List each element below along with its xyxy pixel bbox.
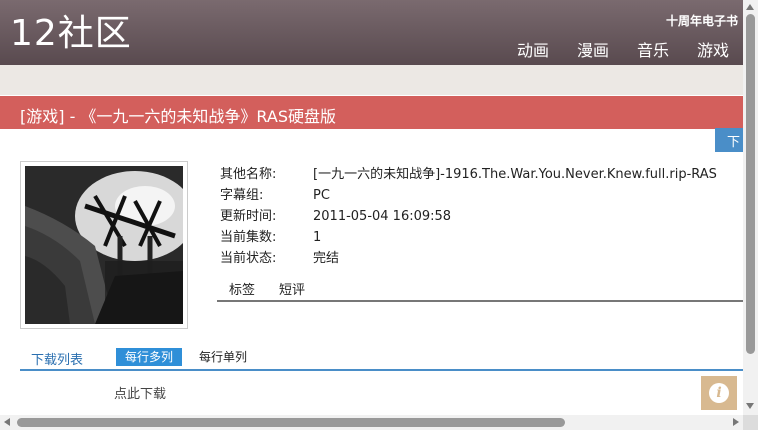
info-value: 1 [313, 230, 322, 245]
download-list-bar: 下载列表 每行多列 每行单列 [20, 347, 743, 371]
click-download-link[interactable]: 点此下载 [114, 383, 166, 402]
info-label: 更新时间: [220, 209, 277, 224]
site-header: 12社区 十周年电子书 动画 漫画 音乐 游戏 [0, 0, 743, 65]
scroll-down-icon[interactable] [746, 403, 754, 409]
vertical-scroll-thumb[interactable] [746, 14, 755, 354]
info-row: 字幕组: PC [220, 185, 717, 206]
multi-column-button[interactable]: 每行多列 [116, 348, 183, 366]
info-row: 当前状态: 完结 [220, 248, 717, 269]
info-label: 当前状态: [220, 251, 277, 266]
info-table: 其他名称: [一九一六的未知战争]-1916.The.War.You.Never… [220, 164, 717, 269]
nav-music[interactable]: 音乐 [637, 37, 669, 61]
info-icon: i [709, 383, 729, 403]
info-label: 当前集数: [220, 230, 277, 245]
horizontal-scrollbar[interactable] [0, 415, 743, 430]
site-logo[interactable]: 12社区 [10, 12, 132, 56]
nav-comic[interactable]: 漫画 [577, 37, 609, 61]
header-band [0, 65, 743, 95]
nav-game[interactable]: 游戏 [697, 37, 729, 61]
scroll-left-icon[interactable] [4, 418, 10, 426]
poster-frame [20, 161, 188, 329]
nav-anime[interactable]: 动画 [517, 37, 549, 61]
info-label: 其他名称: [220, 167, 277, 182]
poster-image [25, 166, 183, 324]
info-row: 当前集数: 1 [220, 227, 717, 248]
scroll-right-icon[interactable] [733, 418, 739, 426]
scrollbar-corner [743, 415, 758, 430]
info-value: PC [313, 188, 330, 203]
horizontal-scroll-thumb[interactable] [17, 418, 565, 427]
info-label: 字幕组: [220, 188, 264, 203]
page-title: [游戏] - 《一九一六的未知战争》RAS硬盘版 [20, 107, 337, 126]
info-value: 完结 [313, 251, 340, 266]
vertical-scrollbar[interactable] [743, 0, 758, 415]
tab-tags[interactable]: 标签 [217, 281, 267, 300]
ten-year-ebook-link[interactable]: 十周年电子书 [666, 12, 738, 29]
info-button[interactable]: i [701, 376, 737, 410]
info-value: 2011-05-04 16:09:58 [313, 209, 452, 224]
info-row: 其他名称: [一九一六的未知战争]-1916.The.War.You.Never… [220, 164, 717, 185]
title-bar: [游戏] - 《一九一六的未知战争》RAS硬盘版 [0, 96, 743, 129]
detail-tabs: 标签 短评 [217, 281, 743, 302]
info-row: 更新时间: 2011-05-04 16:09:58 [220, 206, 717, 227]
main-nav: 动画 漫画 音乐 游戏 [517, 37, 729, 61]
download-list-title: 下载列表 [31, 353, 84, 368]
info-value: [一九一六的未知战争]-1916.The.War.You.Never.Knew.… [313, 167, 717, 182]
single-column-button[interactable]: 每行单列 [199, 348, 247, 366]
tab-reviews[interactable]: 短评 [267, 281, 317, 300]
download-tab[interactable]: 下 [715, 128, 743, 152]
scroll-up-icon[interactable] [746, 4, 754, 10]
